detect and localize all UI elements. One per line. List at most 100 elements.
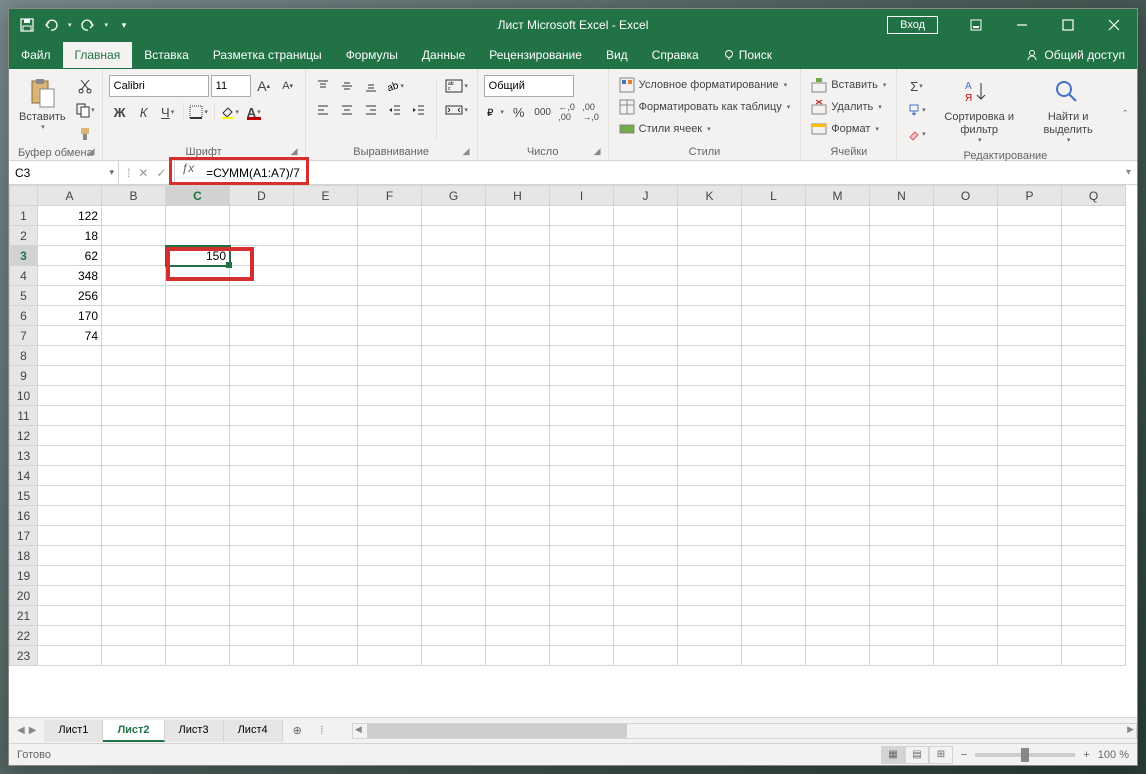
row-header[interactable]: 23 — [10, 646, 38, 666]
cell[interactable] — [102, 566, 166, 586]
cell[interactable] — [102, 466, 166, 486]
cell[interactable] — [486, 206, 550, 226]
cell[interactable] — [230, 206, 294, 226]
cell[interactable] — [166, 446, 230, 466]
cell[interactable] — [870, 206, 934, 226]
cell[interactable] — [486, 386, 550, 406]
cell[interactable] — [230, 346, 294, 366]
cell[interactable] — [422, 526, 486, 546]
cell[interactable] — [870, 446, 934, 466]
fx-label-icon[interactable]: ƒx — [175, 161, 200, 184]
cell[interactable]: 122 — [38, 206, 102, 226]
cell[interactable] — [422, 606, 486, 626]
cell[interactable] — [294, 406, 358, 426]
cell[interactable] — [742, 266, 806, 286]
cell[interactable] — [422, 506, 486, 526]
cell[interactable] — [550, 626, 614, 646]
cell[interactable] — [870, 606, 934, 626]
cell[interactable] — [678, 286, 742, 306]
cell[interactable]: 170 — [38, 306, 102, 326]
cell[interactable] — [1062, 466, 1126, 486]
cell[interactable] — [550, 606, 614, 626]
cell[interactable] — [934, 606, 998, 626]
cell[interactable] — [998, 366, 1062, 386]
cell[interactable] — [678, 546, 742, 566]
cell[interactable] — [998, 386, 1062, 406]
cell[interactable] — [550, 586, 614, 606]
cell[interactable] — [166, 586, 230, 606]
cell[interactable] — [806, 366, 870, 386]
align-left-button[interactable] — [312, 99, 334, 121]
cell[interactable] — [358, 626, 422, 646]
confirm-formula-icon[interactable]: ✓ — [156, 166, 166, 180]
cell[interactable] — [614, 626, 678, 646]
row-header[interactable]: 4 — [10, 266, 38, 286]
cell[interactable] — [422, 466, 486, 486]
cell[interactable] — [294, 486, 358, 506]
cut-button[interactable] — [74, 75, 96, 97]
find-select-button[interactable]: Найти и выделить▾ — [1029, 75, 1107, 148]
cell[interactable] — [934, 326, 998, 346]
row-header[interactable]: 20 — [10, 586, 38, 606]
cell[interactable] — [550, 286, 614, 306]
zoom-in-button[interactable]: + — [1083, 749, 1089, 761]
number-launcher-icon[interactable]: ◢ — [594, 146, 606, 158]
cell[interactable] — [486, 526, 550, 546]
cell[interactable] — [422, 306, 486, 326]
tab-search[interactable]: Поиск — [711, 42, 784, 68]
cell[interactable] — [806, 246, 870, 266]
cell[interactable] — [678, 566, 742, 586]
cell[interactable] — [1062, 546, 1126, 566]
cell[interactable] — [550, 646, 614, 666]
cell[interactable] — [678, 346, 742, 366]
cell[interactable] — [614, 526, 678, 546]
cell[interactable] — [166, 426, 230, 446]
cell[interactable] — [38, 386, 102, 406]
cell[interactable] — [230, 586, 294, 606]
col-header[interactable]: O — [934, 186, 998, 206]
cell[interactable] — [742, 366, 806, 386]
cell[interactable] — [806, 586, 870, 606]
cell[interactable] — [678, 466, 742, 486]
cell[interactable] — [230, 546, 294, 566]
cell[interactable] — [422, 626, 486, 646]
horizontal-scrollbar[interactable]: ◀ ▶ — [352, 723, 1137, 739]
cell[interactable] — [230, 406, 294, 426]
view-normal-button[interactable]: ▦ — [881, 746, 905, 764]
zoom-out-button[interactable]: − — [961, 749, 967, 761]
fx-ellipsis-icon[interactable]: ⁞ — [127, 166, 130, 180]
paste-button[interactable]: Вставить ▾ — [15, 75, 70, 135]
cell[interactable] — [1062, 446, 1126, 466]
cell[interactable] — [742, 306, 806, 326]
cell[interactable] — [550, 266, 614, 286]
decrease-decimal-button[interactable]: ,00→,0 — [580, 101, 602, 123]
cell[interactable] — [102, 426, 166, 446]
sheet-tab[interactable]: Лист1 — [44, 720, 103, 742]
cell[interactable] — [230, 466, 294, 486]
cell[interactable] — [102, 646, 166, 666]
cell[interactable] — [230, 266, 294, 286]
cell[interactable] — [230, 606, 294, 626]
zoom-level[interactable]: 100 % — [1098, 749, 1129, 761]
cell[interactable] — [806, 266, 870, 286]
align-bottom-button[interactable] — [360, 75, 382, 97]
add-sheet-button[interactable]: ⊕ — [283, 720, 312, 741]
cell[interactable] — [678, 586, 742, 606]
cell[interactable] — [422, 366, 486, 386]
alignment-launcher-icon[interactable]: ◢ — [463, 146, 475, 158]
cell[interactable] — [294, 586, 358, 606]
col-header[interactable]: D — [230, 186, 294, 206]
tab-page-layout[interactable]: Разметка страницы — [201, 42, 334, 68]
cell[interactable] — [934, 266, 998, 286]
cell[interactable] — [934, 506, 998, 526]
font-launcher-icon[interactable]: ◢ — [291, 146, 303, 158]
cell[interactable] — [294, 326, 358, 346]
font-name-select[interactable] — [109, 75, 209, 97]
cell[interactable] — [934, 306, 998, 326]
cell[interactable] — [166, 506, 230, 526]
tab-file[interactable]: Файл — [9, 42, 63, 68]
cell[interactable] — [102, 266, 166, 286]
tab-home[interactable]: Главная — [63, 42, 133, 68]
cell[interactable] — [38, 546, 102, 566]
cell[interactable]: 150 — [166, 246, 230, 266]
